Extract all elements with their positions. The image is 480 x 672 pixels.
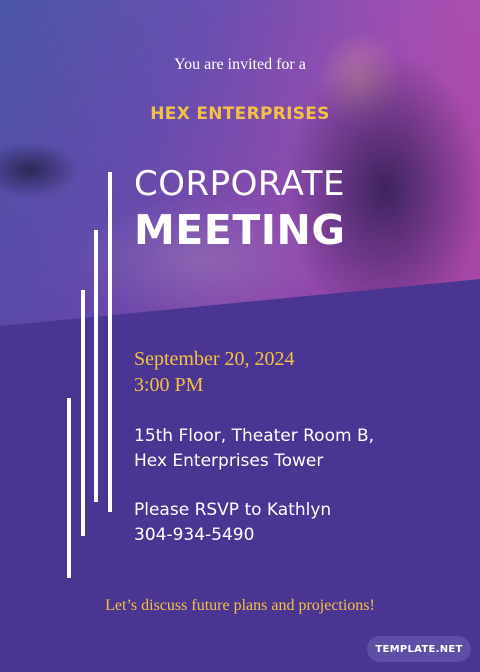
company-name: HEX ENTERPRISES xyxy=(150,104,330,124)
watermark-badge[interactable]: TEMPLATE.NET xyxy=(367,636,471,662)
rsvp-phone: 304-934-5490 xyxy=(134,525,255,545)
title-line-2: MEETING xyxy=(134,206,346,254)
title-line-1: CORPORATE xyxy=(134,164,346,204)
rsvp-line-1: Please RSVP to Kathlyn xyxy=(134,500,332,520)
tagline: Let’s discuss future plans and projectio… xyxy=(105,597,375,614)
decorative-line xyxy=(67,398,71,578)
event-date: September 20, 2024 xyxy=(134,348,295,370)
invitation-card: You are invited for a HEX ENTERPRISES CO… xyxy=(0,0,480,672)
rsvp-info: Please RSVP to Kathlyn 304-934-5490 xyxy=(134,498,331,548)
location-line-2: Hex Enterprises Tower xyxy=(134,451,324,471)
location-line-1: 15th Floor, Theater Room B, xyxy=(134,426,375,446)
event-time: 3:00 PM xyxy=(134,374,204,396)
decorative-line xyxy=(94,230,98,502)
decorative-line xyxy=(108,172,112,512)
decorative-line xyxy=(81,290,85,536)
event-location: 15th Floor, Theater Room B, Hex Enterpri… xyxy=(134,424,374,474)
invite-intro: You are invited for a xyxy=(174,56,306,73)
event-datetime: September 20, 2024 3:00 PM xyxy=(134,346,295,398)
